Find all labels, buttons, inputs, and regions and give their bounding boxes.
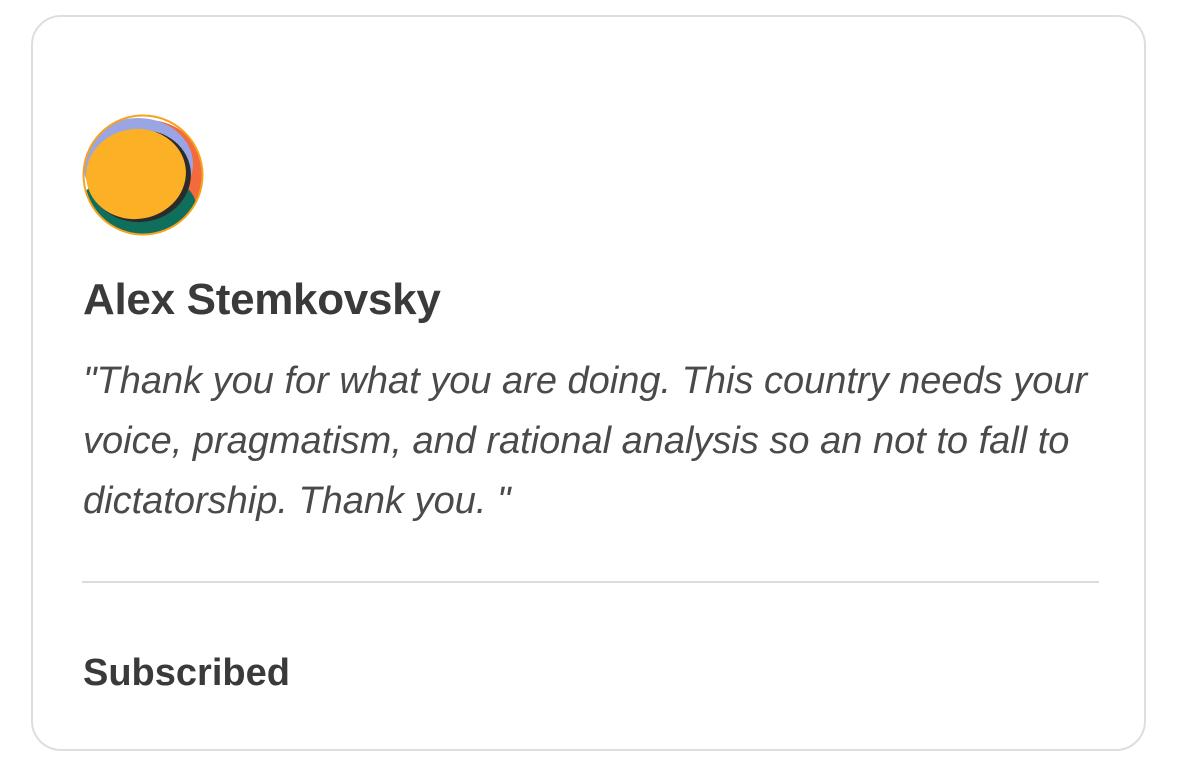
avatar-illustration (82, 114, 204, 236)
avatar (82, 114, 204, 236)
subscription-status: Subscribed (83, 652, 290, 694)
divider (82, 581, 1099, 583)
testimonial-card: Alex Stemkovsky "Thank you for what you … (31, 15, 1146, 751)
testimonial-quote: "Thank you for what you are doing. This … (83, 360, 1088, 522)
author-name: Alex Stemkovsky (83, 275, 441, 324)
